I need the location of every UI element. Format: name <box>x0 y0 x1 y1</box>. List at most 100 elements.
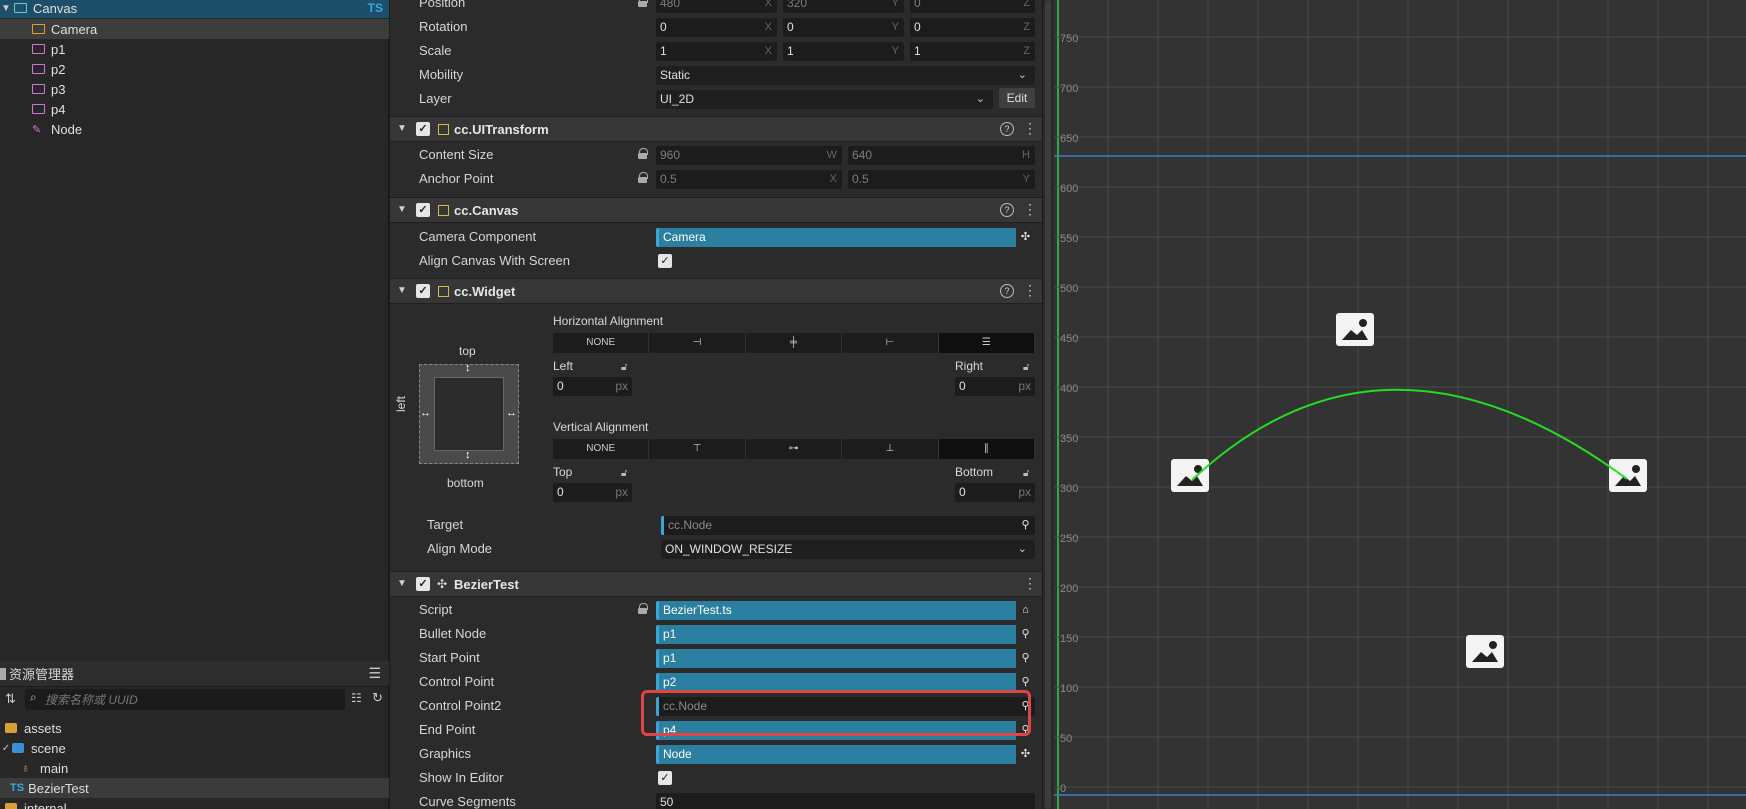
show-in-editor-checkbox[interactable]: ✓ <box>658 771 672 785</box>
mobility-select[interactable]: Static ⌄ <box>656 66 1035 85</box>
tree-item-camera[interactable]: Camera <box>0 19 389 39</box>
chevron-down-icon[interactable]: ▼ <box>397 204 407 215</box>
camera-component-field[interactable]: Camera ✣ <box>656 228 1035 247</box>
scene-view[interactable]: 750 700 650 600 550 500 450 400 350 300 250 200 150 1… <box>1054 0 1746 809</box>
help-icon[interactable]: ? <box>1000 122 1014 136</box>
position-y-input[interactable]: 320 Y <box>783 0 904 13</box>
anchor-x-input[interactable]: 0.5 X <box>656 170 842 189</box>
lock-open-icon[interactable]: 🔓︎ <box>621 468 627 479</box>
collapse-all-icon[interactable]: ☷ <box>351 691 362 705</box>
refresh-icon[interactable]: ↻ <box>372 690 383 706</box>
chevron-down-icon[interactable]: ▼ <box>397 123 407 134</box>
position-z-input[interactable]: 0Z <box>910 0 1035 13</box>
asset-item-internal[interactable]: internal <box>0 798 389 809</box>
help-icon[interactable]: ? <box>1000 203 1014 217</box>
v-align-none-button[interactable]: NONE <box>553 439 650 459</box>
align-mode-select[interactable]: ON_WINDOW_RESIZE ⌄ <box>661 540 1035 559</box>
chevron-down-icon[interactable]: ✓ <box>0 743 12 754</box>
lock-open-icon[interactable]: 🔓︎ <box>1023 468 1029 479</box>
assets-header: 资源管理器 ☰ <box>0 661 389 687</box>
tree-item-p3[interactable]: p3 <box>0 79 389 99</box>
scale-x-input[interactable]: 1X <box>656 42 777 61</box>
widget-enable-checkbox[interactable]: ✓ <box>416 284 430 298</box>
rotation-z-input[interactable]: 0Z <box>910 18 1035 37</box>
anchor-point-row: Anchor Point 0.5 X 0.5 Y <box>390 167 1042 191</box>
sort-icon[interactable]: ⇅ <box>5 691 16 707</box>
content-height-input[interactable]: 640 H <box>848 146 1035 165</box>
beziertest-enable-checkbox[interactable]: ✓ <box>416 577 430 591</box>
h-align-left-icon[interactable]: ⊣ <box>649 333 746 353</box>
scrollbar-thumb[interactable] <box>1045 0 1051 809</box>
rotation-x-input[interactable]: 0X <box>656 18 777 37</box>
chevron-down-icon[interactable]: ▼ <box>397 578 407 589</box>
lock-icon[interactable] <box>638 603 648 614</box>
align-canvas-checkbox[interactable]: ✓ <box>658 254 672 268</box>
v-align-stretch-icon[interactable]: ∥ <box>938 439 1036 459</box>
uitransform-enable-checkbox[interactable]: ✓ <box>416 122 430 136</box>
bottom-input[interactable]: 0 px <box>955 483 1035 502</box>
v-align-bottom-icon[interactable]: ⊥ <box>842 439 939 459</box>
script-field[interactable]: BezierTest.ts ⌂ <box>656 601 1035 620</box>
scale-y-input[interactable]: 1Y <box>783 42 904 61</box>
chevron-down-icon[interactable]: ▼ <box>397 285 407 296</box>
widget-alignment-box[interactable]: ↕ ↕ ↔ ↔ <box>419 362 519 464</box>
layer-select[interactable]: UI_2D ⌄ <box>656 90 993 109</box>
widget-icon <box>438 286 449 297</box>
target-field[interactable]: cc.Node ⚲ <box>661 516 1035 535</box>
tree-item-node[interactable]: ✎ Node <box>0 119 389 139</box>
h-align-stretch-icon[interactable]: ☰ <box>938 333 1036 353</box>
more-icon[interactable]: ⋮ <box>1023 201 1037 218</box>
arrow-horizontal-icon: ↔ <box>506 407 517 419</box>
asset-item-beziertest[interactable]: TS BezierTest <box>0 778 389 798</box>
content-width-input[interactable]: 960 W <box>656 146 842 165</box>
canvas-enable-checkbox[interactable]: ✓ <box>416 203 430 217</box>
tree-item-p4[interactable]: p4 <box>0 99 389 119</box>
canvas-component-header[interactable]: ▼ ✓ cc.Canvas ? ⋮ <box>390 197 1042 223</box>
v-align-top-icon[interactable]: ⊤ <box>649 439 746 459</box>
asset-item-assets[interactable]: assets <box>0 718 389 738</box>
left-input[interactable]: 0 px <box>553 377 632 396</box>
lock-icon[interactable] <box>638 148 648 159</box>
graphics-field[interactable]: Node ✣ <box>656 745 1035 764</box>
h-align-none-button[interactable]: NONE <box>553 333 650 353</box>
more-icon[interactable]: ⋮ <box>1023 282 1037 299</box>
tree-item-canvas[interactable]: ▼ Canvas TS <box>0 0 389 18</box>
lock-icon[interactable] <box>638 172 648 183</box>
brush-icon: ✎ <box>32 123 42 136</box>
widget-header[interactable]: ▼ ✓ cc.Widget ? ⋮ <box>390 278 1042 304</box>
rotation-y-input[interactable]: 0Y <box>783 18 904 37</box>
more-icon[interactable]: ⋮ <box>1023 575 1037 592</box>
more-icon[interactable]: ⋮ <box>1023 120 1037 137</box>
h-align-right-icon[interactable]: ⊢ <box>842 333 939 353</box>
position-row: Position 480 X 320 Y 0Z <box>390 0 1042 15</box>
position-x-input[interactable]: 480 X <box>656 0 777 13</box>
lock-icon[interactable] <box>638 0 648 7</box>
left-label: Left <box>553 359 574 373</box>
tree-item-p2[interactable]: p2 <box>0 59 389 79</box>
uitransform-header[interactable]: ▼ ✓ cc.UITransform ? ⋮ <box>390 116 1042 142</box>
rotation-row: Rotation 0X 0Y 0Z <box>390 15 1042 39</box>
v-align-middle-icon[interactable]: ⊶ <box>746 439 843 459</box>
asset-search-input[interactable]: ⌕ 搜索名称或 UUID <box>25 689 345 710</box>
asset-item-scene[interactable]: ✓ scene <box>0 738 389 758</box>
lock-open-icon[interactable]: 🔓︎ <box>621 362 627 373</box>
bottom-label: Bottom <box>955 465 994 479</box>
h-align-center-icon[interactable]: ╪ <box>746 333 843 353</box>
anchor-y-input[interactable]: 0.5 Y <box>848 170 1035 189</box>
tree-item-p1[interactable]: p1 <box>0 39 389 59</box>
beziertest-header[interactable]: ▼ ✓ ✣ BezierTest ⋮ <box>390 571 1042 597</box>
help-icon[interactable]: ? <box>1000 284 1014 298</box>
lock-open-icon[interactable]: 🔓︎ <box>1023 362 1029 373</box>
property-label: Graphics <box>419 746 472 761</box>
layer-edit-button[interactable]: Edit <box>999 88 1035 108</box>
curve-segments-input[interactable]: 50 <box>656 793 1035 809</box>
right-input[interactable]: 0 px <box>955 377 1035 396</box>
asset-label: main <box>40 760 69 776</box>
asset-item-main[interactable]: ♁ main <box>0 758 389 778</box>
bullet-node-field[interactable]: p1 ⚲ <box>656 625 1035 644</box>
scale-z-input[interactable]: 1Z <box>910 42 1035 61</box>
start-point-field[interactable]: p1 ⚲ <box>656 649 1035 668</box>
menu-icon[interactable]: ☰ <box>368 665 381 682</box>
top-input[interactable]: 0 px <box>553 483 632 502</box>
chevron-down-icon[interactable]: ▼ <box>0 3 12 14</box>
